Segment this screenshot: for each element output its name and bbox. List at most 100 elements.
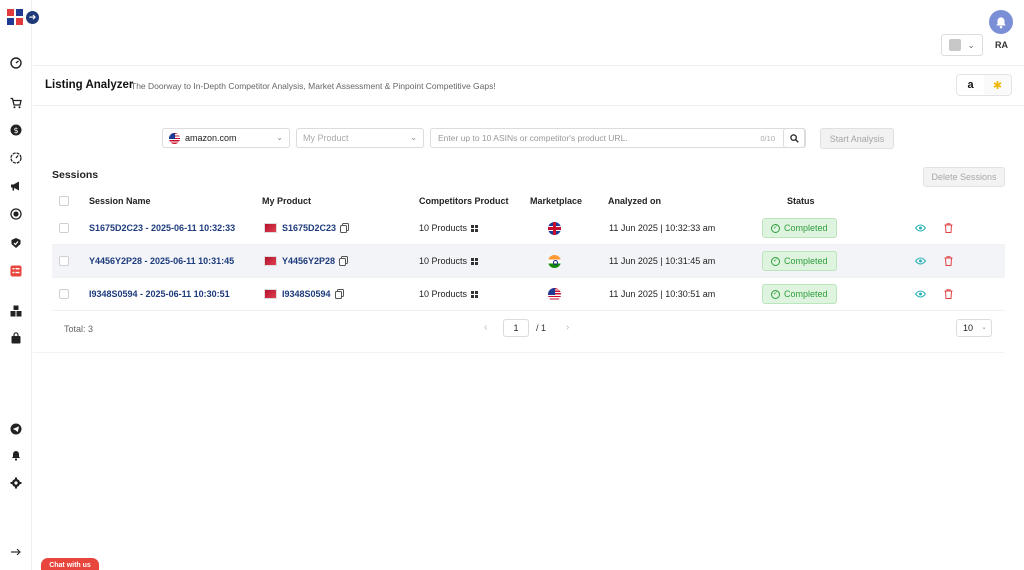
competitors-cell[interactable]: 10 Products [419, 245, 479, 277]
grid-icon [471, 257, 479, 265]
row-checkbox[interactable] [59, 245, 69, 277]
user-initials[interactable]: RA [995, 40, 1008, 50]
page-subtitle: The Doorway to In-Depth Competitor Analy… [131, 81, 496, 91]
status-label: Completed [784, 289, 828, 299]
next-page-icon[interactable]: › [566, 322, 569, 333]
check-circle-icon: ✓ [771, 256, 780, 266]
col-status: Status [787, 196, 815, 206]
marketplace-toggle[interactable]: a ✱ [956, 74, 1012, 96]
product-asin[interactable]: S1675D2C23 [282, 223, 336, 233]
chevron-down-icon: ⌄ [410, 133, 417, 142]
badge-icon[interactable] [9, 236, 23, 250]
delete-row-button[interactable] [944, 278, 953, 310]
table-row[interactable]: I9348S0594 - 2025-06-11 10:30:51 I9348S0… [52, 278, 1005, 311]
session-name-link[interactable]: Y4456Y2P28 - 2025-06-11 10:31:45 [89, 245, 234, 277]
prev-page-icon[interactable]: ‹ [484, 322, 487, 333]
us-flag-icon [548, 287, 561, 301]
cart-icon[interactable] [9, 96, 23, 110]
table-row[interactable]: S1675D2C23 - 2025-06-11 10:32:33 S1675D2… [52, 212, 1005, 245]
marketplace-select[interactable]: amazon.com ⌄ [162, 128, 290, 148]
shopping-bag-icon[interactable] [9, 331, 23, 345]
megaphone-icon[interactable] [9, 179, 23, 193]
grid-icon [471, 224, 479, 232]
telegram-icon[interactable] [9, 422, 23, 436]
dollar-icon[interactable]: $ [9, 123, 23, 137]
delete-row-button[interactable] [944, 212, 953, 244]
avatar-icon [949, 39, 962, 51]
product-asin[interactable]: Y4456Y2P28 [282, 256, 335, 266]
competitors-cell[interactable]: 10 Products [419, 212, 479, 244]
us-flag-icon [169, 132, 180, 144]
trash-icon [944, 223, 953, 233]
listing-analyzer-icon[interactable] [9, 264, 23, 278]
col-competitors-product: Competitors Product [419, 196, 509, 206]
table-header: Session Name My Product Competitors Prod… [52, 190, 1005, 212]
bell-notification-button[interactable] [989, 10, 1013, 34]
view-button[interactable] [915, 212, 926, 244]
gauge-icon[interactable] [9, 151, 23, 165]
boxes-icon[interactable] [9, 304, 23, 318]
start-analysis-button[interactable]: Start Analysis [820, 128, 894, 149]
my-product-placeholder: My Product [303, 133, 349, 143]
my-product-select[interactable]: My Product ⌄ [296, 128, 424, 148]
product-thumbnail [264, 289, 277, 299]
content-divider [33, 352, 1004, 353]
row-checkbox[interactable] [59, 212, 69, 244]
target-icon[interactable] [9, 207, 23, 221]
asin-input-placeholder: Enter up to 10 ASINs or competitor's pro… [438, 133, 628, 143]
col-my-product: My Product [262, 196, 312, 206]
select-all-checkbox[interactable] [59, 190, 69, 212]
page-size-select[interactable]: 10 ⌄ [956, 319, 992, 337]
app-logo[interactable] [6, 8, 24, 26]
status-badge: ✓ Completed [762, 218, 837, 238]
user-account-dropdown[interactable]: ⌄ [941, 34, 983, 56]
pagination: Total: 3 ‹ 1 / 1 › 10 ⌄ [52, 318, 1005, 340]
status-cell: ✓ Completed [762, 212, 837, 244]
product-thumbnail [264, 223, 277, 233]
settings-gear-icon[interactable] [9, 476, 23, 490]
view-button[interactable] [915, 245, 926, 277]
product-asin[interactable]: I9348S0594 [282, 289, 331, 299]
session-name-link[interactable]: S1675D2C23 - 2025-06-11 10:32:33 [89, 212, 235, 244]
row-checkbox[interactable] [59, 278, 69, 310]
marketplace-cell [548, 212, 561, 244]
eye-icon [915, 257, 926, 265]
copy-icon[interactable] [340, 223, 350, 233]
amazon-logo-icon[interactable]: a [957, 75, 984, 95]
dashboard-icon[interactable] [9, 56, 23, 70]
delete-sessions-button[interactable]: Delete Sessions [923, 167, 1005, 187]
my-product-cell: S1675D2C23 [264, 212, 350, 244]
svg-text:$: $ [13, 126, 18, 135]
table-row[interactable]: Y4456Y2P28 - 2025-06-11 10:31:45 Y4456Y2… [52, 245, 1005, 278]
walmart-logo-icon[interactable]: ✱ [984, 75, 1011, 95]
search-icon [789, 133, 799, 143]
copy-icon[interactable] [334, 289, 344, 299]
top-bar: ⌄ RA [33, 0, 1024, 66]
page-total: / 1 [536, 323, 547, 333]
notification-icon[interactable] [9, 448, 23, 462]
page-number-input[interactable]: 1 [503, 319, 529, 337]
india-flag-icon [548, 254, 561, 268]
search-button[interactable] [783, 128, 805, 148]
view-button[interactable] [915, 278, 926, 310]
chevron-down-icon: ⌄ [276, 133, 283, 142]
session-name-link[interactable]: I9348S0594 - 2025-06-11 10:30:51 [89, 278, 230, 310]
col-marketplace: Marketplace [530, 196, 583, 206]
copy-icon[interactable] [339, 256, 349, 266]
delete-row-button[interactable] [944, 245, 953, 277]
status-cell: ✓ Completed [762, 245, 837, 277]
chevron-down-icon: ⌄ [967, 39, 975, 50]
my-product-cell: Y4456Y2P28 [264, 245, 349, 277]
competitors-count: 10 Products [419, 223, 468, 233]
col-analyzed-on: Analyzed on [608, 196, 662, 206]
marketplace-cell [548, 278, 561, 310]
asin-input[interactable]: Enter up to 10 ASINs or competitor's pro… [430, 128, 806, 148]
collapse-arrow-icon[interactable] [9, 545, 23, 559]
chevron-down-icon: ⌄ [981, 324, 987, 331]
competitors-cell[interactable]: 10 Products [419, 278, 479, 310]
trash-icon [944, 289, 953, 299]
status-badge: ✓ Completed [762, 251, 837, 271]
sessions-title: Sessions [52, 169, 99, 181]
chat-with-us-button[interactable]: Chat with us [41, 558, 99, 570]
my-product-cell: I9348S0594 [264, 278, 344, 310]
